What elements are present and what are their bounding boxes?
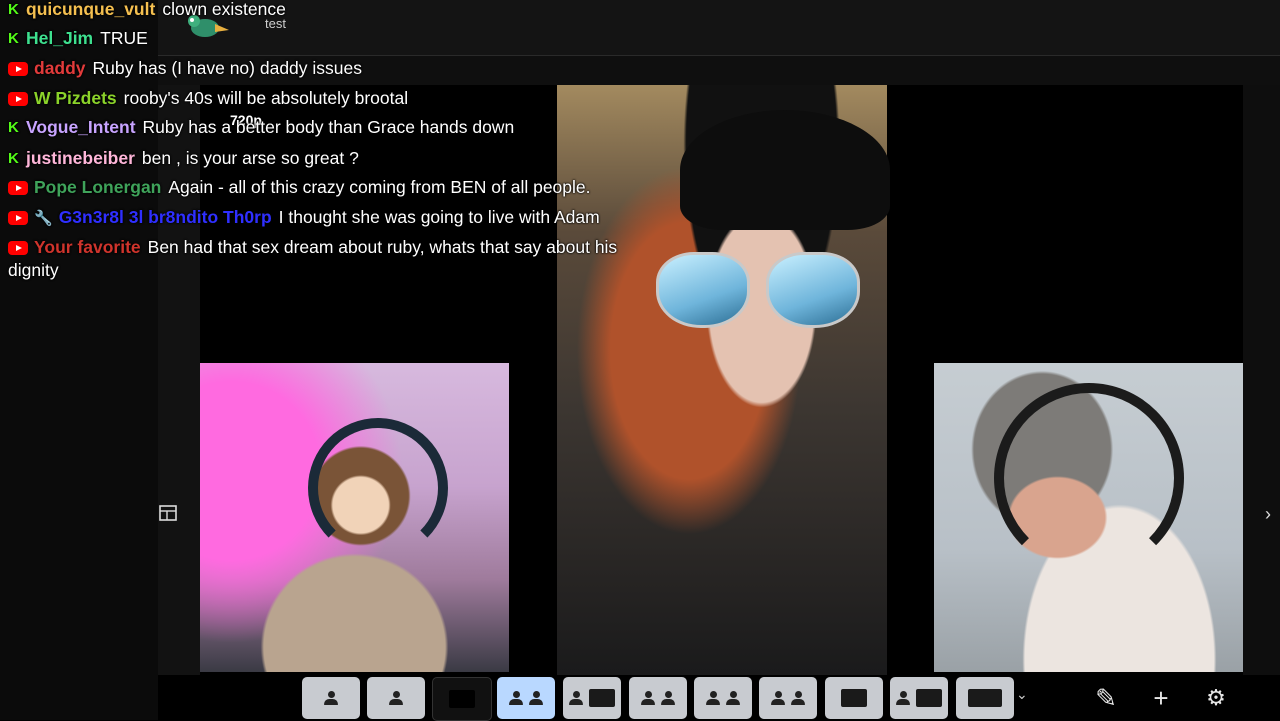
stream-stage: test 720p Kquicunque_vult clown existence… (0, 0, 1280, 721)
chat-text: Ben had that sex dream about ruby, whats… (147, 237, 618, 257)
chat-text: TRUE (100, 28, 148, 48)
chat-message: Kquicunque_vult clown existence (8, 0, 286, 20)
youtube-badge-icon (8, 211, 28, 226)
chat-text: clown existence (162, 0, 286, 19)
screen-icon (841, 689, 867, 707)
chat-text: Ruby has (I have no) daddy issues (92, 58, 363, 78)
youtube-badge-icon (8, 62, 28, 77)
layout-single-person-button[interactable] (302, 677, 360, 719)
layout-two-persons-button[interactable] (629, 677, 687, 719)
layout-person-and-screen-button[interactable] (890, 677, 948, 719)
kick-badge-icon: K (8, 119, 19, 137)
chat-message: Pope Lonergan Again - all of this crazy c… (8, 176, 591, 198)
lens-left (656, 252, 750, 328)
kick-badge-icon: K (8, 150, 19, 168)
video-tile-right[interactable] (934, 363, 1243, 672)
chat-message: Kjustinebeiber ben , is your arse so grea… (8, 147, 359, 169)
layout-single-person-alt-button[interactable] (367, 677, 425, 719)
layout-screen-with-person-button[interactable] (563, 677, 621, 719)
cap-shape (680, 110, 890, 230)
person-icon (389, 691, 403, 705)
chat-username[interactable]: W Pizdets (34, 88, 117, 108)
person-icon (529, 691, 543, 705)
layout-two-persons-boxed-button[interactable] (759, 677, 817, 719)
plus-icon[interactable]: + (1141, 676, 1181, 720)
chat-text: Again - all of this crazy coming from BE… (168, 177, 591, 197)
chat-text: Ruby has a better body than Grace hands … (142, 117, 515, 137)
layout-screen-wide-button[interactable] (956, 677, 1014, 719)
person-icon (726, 691, 740, 705)
chat-username[interactable]: justinebeiber (26, 148, 135, 168)
youtube-badge-icon (8, 181, 28, 196)
chat-message: 🔧 G3n3r8l 3l br8ndito Th0rp I thought she … (8, 206, 600, 230)
chat-username[interactable]: Hel_Jim (26, 28, 93, 48)
layout-screen-only-button[interactable] (432, 677, 492, 721)
layout-two-persons-split-button[interactable] (694, 677, 752, 719)
headphones-shape (994, 383, 1184, 573)
chat-username[interactable]: Your favorite (34, 237, 141, 257)
person-icon (791, 691, 805, 705)
youtube-badge-icon (8, 241, 28, 256)
screen-icon (449, 690, 475, 708)
chevron-right-icon[interactable]: › (1259, 503, 1277, 525)
chat-message-continuation: dignity (8, 260, 59, 280)
person-icon (661, 691, 675, 705)
chat-username[interactable]: daddy (34, 58, 86, 78)
person-icon (324, 691, 338, 705)
person-icon (641, 691, 655, 705)
layout-toolbar: ⌄ ✎ + ⚙ (300, 676, 1280, 721)
person-icon (771, 691, 785, 705)
chat-username[interactable]: G3n3r8l 3l br8ndito Th0rp (59, 207, 272, 227)
screen-icon (968, 689, 1002, 707)
chat-message: K Vogue_Intent Ruby has a better body than… (8, 116, 514, 138)
sunglasses-shape (648, 252, 860, 330)
chat-text: rooby's 40s will be absolutely brootal (123, 88, 409, 108)
video-tile-left[interactable] (200, 363, 509, 672)
chat-message: Your favorite Ben had that sex dream abou… (8, 236, 617, 258)
lens-right (766, 252, 860, 328)
chat-username[interactable]: quicunque_vult (26, 0, 155, 19)
layout-presenter-button[interactable] (825, 677, 883, 719)
right-gutter (1243, 85, 1280, 675)
person-icon (509, 691, 523, 705)
gear-icon[interactable]: ⚙ (1196, 676, 1236, 720)
screen-icon (589, 689, 615, 707)
headphones-shape (308, 418, 448, 558)
person-icon (569, 691, 583, 705)
chat-message: W Pizdets rooby's 40s will be absolutely … (8, 87, 408, 109)
chat-message: daddy Ruby has (I have no) daddy issues (8, 57, 362, 79)
person-icon (706, 691, 720, 705)
screen-icon (916, 689, 942, 707)
chat-username[interactable]: Vogue_Intent (26, 117, 136, 137)
pencil-icon[interactable]: ✎ (1086, 676, 1126, 720)
layout-toggle-icon[interactable] (158, 503, 178, 523)
left-gutter (158, 85, 200, 675)
top-bar (158, 0, 1280, 56)
kick-badge-icon: K (8, 30, 19, 48)
chat-text: ben , is your arse so great ? (141, 148, 359, 168)
chat-username[interactable]: Pope Lonergan (34, 177, 161, 197)
layout-two-up-button[interactable] (497, 677, 555, 719)
chevron-down-icon[interactable]: ⌄ (1016, 686, 1030, 706)
kick-badge-icon: K (8, 1, 19, 19)
chat-text: I thought she was going to live with Ada… (278, 207, 600, 227)
person-icon (896, 691, 910, 705)
wrench-icon: 🔧 (34, 210, 53, 227)
youtube-badge-icon (8, 92, 28, 107)
chat-message: K Hel_Jim TRUE (8, 27, 148, 49)
